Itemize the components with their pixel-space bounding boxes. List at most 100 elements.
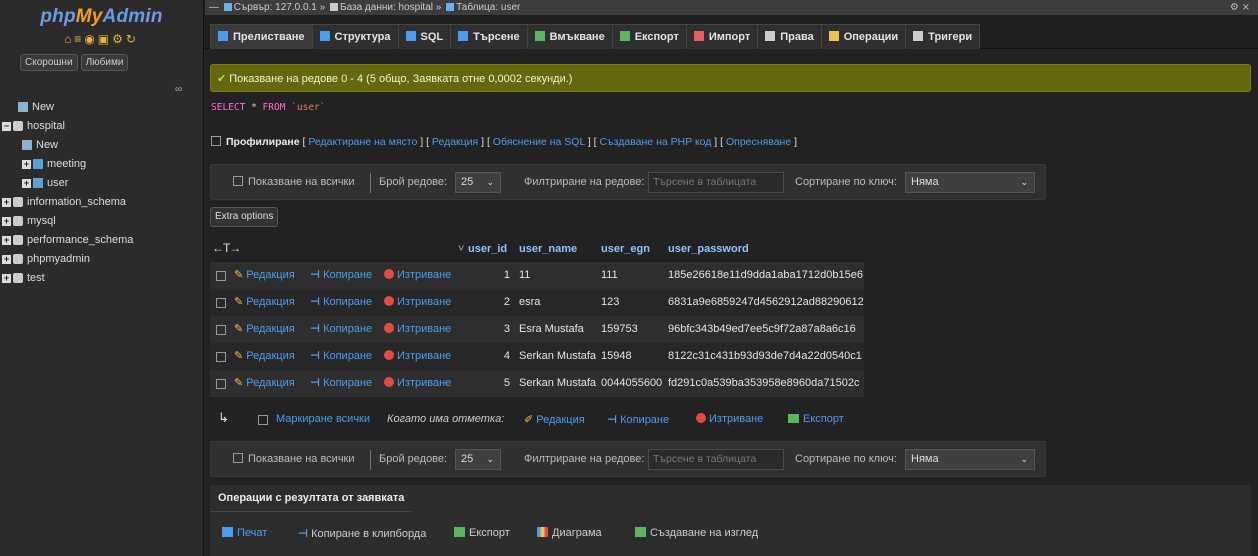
column-resize-arrows-icon[interactable]: ←T→	[212, 241, 241, 255]
tree-item-label[interactable]: New	[32, 101, 54, 113]
column-header-user-password[interactable]: user_password	[668, 243, 749, 255]
edit-link[interactable]: Редакция	[432, 136, 478, 148]
column-header-user-name[interactable]: user_name	[519, 243, 577, 255]
show-all-toggle[interactable]: Показване на всички	[233, 453, 355, 465]
cell-user-id[interactable]: 1	[504, 262, 510, 289]
cell-user-password[interactable]: fd291c0a539ba353958e8960da71502c	[668, 370, 859, 397]
row-checkbox[interactable]	[216, 298, 226, 308]
show-all-toggle[interactable]: Показване на всички	[233, 176, 355, 188]
cell-user-id[interactable]: 4	[504, 343, 510, 370]
row-edit-button[interactable]: ✎ Редакция	[234, 262, 295, 289]
row-copy-button[interactable]: ⊣ Копиране	[310, 370, 372, 397]
extra-options-button[interactable]: Extra options	[210, 207, 279, 227]
cell-user-egn[interactable]: 0044055600	[601, 370, 662, 397]
cell-user-egn[interactable]: 159753	[601, 316, 638, 343]
cell-user-password[interactable]: 8122c31c431b93d93de7d4a22d0540c1	[668, 343, 862, 370]
cell-user-name[interactable]: Serkan Mustafa	[519, 370, 596, 397]
cell-user-id[interactable]: 2	[504, 289, 510, 316]
row-copy-button[interactable]: ⊣ Копиране	[310, 316, 372, 343]
tree-item-hospital[interactable]: − hospital	[0, 117, 204, 136]
cell-user-egn[interactable]: 15948	[601, 343, 632, 370]
copy-to-clipboard-button[interactable]: ⊣ Копиране в клипборда	[298, 527, 426, 540]
tree-item-label[interactable]: performance_schema	[27, 234, 133, 246]
row-checkbox[interactable]	[216, 271, 226, 281]
collapse-icon[interactable]: —	[209, 2, 219, 13]
tab-7[interactable]: Права	[757, 24, 822, 49]
create-php-code-link[interactable]: Създаване на PHP код	[600, 136, 712, 148]
tab-0[interactable]: Прелистване	[210, 24, 313, 49]
cell-user-egn[interactable]: 111	[601, 262, 618, 289]
sort-by-key-select[interactable]: Няма ⌄	[905, 449, 1035, 470]
bulk-export-button[interactable]: Експорт	[788, 413, 844, 425]
tree-item-label[interactable]: test	[27, 272, 45, 284]
row-edit-button[interactable]: ✎ Редакция	[234, 343, 295, 370]
settings-close-icons[interactable]: ⚙ ⨯	[1230, 0, 1250, 15]
cell-user-name[interactable]: Serkan Mustafa	[519, 343, 596, 370]
quick-links-icons[interactable]: ⌂≡◉▣⚙↻	[0, 32, 203, 54]
tab-5[interactable]: Експорт	[611, 24, 687, 49]
cell-user-id[interactable]: 3	[504, 316, 510, 343]
tree-item-label[interactable]: phpmyadmin	[27, 253, 90, 265]
tree-item-test[interactable]: + test	[0, 269, 204, 288]
inline-edit-link[interactable]: Редактиране на място	[308, 136, 417, 148]
row-checkbox[interactable]	[216, 352, 226, 362]
tree-item-label[interactable]: mysql	[27, 215, 56, 227]
row-delete-button[interactable]: Изтриване	[384, 370, 451, 397]
row-edit-button[interactable]: ✎ Редакция	[234, 289, 295, 316]
profiling-checkbox[interactable]	[211, 136, 221, 146]
expand-icon[interactable]: +	[22, 178, 31, 188]
expand-icon[interactable]: +	[22, 159, 31, 169]
row-delete-button[interactable]: Изтриване	[384, 262, 451, 289]
create-view-button[interactable]: Създаване на изглед	[635, 527, 758, 539]
bulk-delete-button[interactable]: Изтриване	[696, 413, 763, 425]
row-edit-button[interactable]: ✎ Редакция	[234, 370, 295, 397]
breadcrumb-database[interactable]: База данни: hospital	[340, 2, 433, 13]
tree-item-new[interactable]: New	[0, 136, 204, 155]
tree-item-label[interactable]: hospital	[27, 120, 65, 132]
row-delete-button[interactable]: Изтриване	[384, 316, 451, 343]
tab-2[interactable]: SQL	[397, 24, 452, 49]
filter-rows-input[interactable]: Търсене в таблицата	[648, 172, 784, 193]
cell-user-id[interactable]: 5	[504, 370, 510, 397]
bulk-copy-button[interactable]: ⊣ Копиране	[607, 413, 669, 426]
cell-user-name[interactable]: Esra Mustafa	[519, 316, 584, 343]
phpmyadmin-logo[interactable]: phpMyAdmin	[0, 0, 203, 32]
tree-item-label[interactable]: user	[47, 177, 68, 189]
row-checkbox[interactable]	[216, 325, 226, 335]
explain-sql-link[interactable]: Обяснение на SQL	[493, 136, 585, 148]
row-delete-button[interactable]: Изтриване	[384, 289, 451, 316]
rows-per-page-select[interactable]: 25 ⌄	[455, 449, 501, 470]
collapse-icon[interactable]: −	[2, 121, 11, 131]
tree-item-new[interactable]: New	[0, 98, 204, 117]
tree-item-meeting[interactable]: + meeting	[0, 155, 204, 174]
column-header-user-id[interactable]: user_id	[468, 243, 507, 255]
expand-icon[interactable]: +	[2, 216, 11, 226]
tab-6[interactable]: Импорт	[685, 24, 759, 49]
tree-item-user[interactable]: + user	[0, 174, 204, 193]
tab-1[interactable]: Структура	[311, 24, 399, 49]
tree-item-mysql[interactable]: + mysql	[0, 212, 204, 231]
export-button[interactable]: Експорт	[454, 527, 510, 539]
chart-button[interactable]: Диаграма	[537, 527, 602, 539]
tab-4[interactable]: Вмъкване	[526, 24, 613, 49]
expand-icon[interactable]: +	[2, 197, 11, 207]
row-copy-button[interactable]: ⊣ Копиране	[310, 262, 372, 289]
show-all-checkbox[interactable]	[233, 453, 243, 463]
tree-item-information-schema[interactable]: + information_schema	[0, 193, 204, 212]
tree-item-label[interactable]: meeting	[47, 158, 86, 170]
sort-by-key-select[interactable]: Няма ⌄	[905, 172, 1035, 193]
bulk-edit-button[interactable]: ✐ Редакция	[524, 413, 585, 426]
breadcrumb-table[interactable]: Таблица: user	[456, 2, 520, 13]
cell-user-password[interactable]: 96bfc343b49ed7ee5c9f72a87a8a6c16	[668, 316, 856, 343]
row-edit-button[interactable]: ✎ Редакция	[234, 316, 295, 343]
row-copy-button[interactable]: ⊣ Копиране	[310, 343, 372, 370]
cell-user-password[interactable]: 6831a9e6859247d4562912ad88290612	[668, 289, 864, 316]
tab-8[interactable]: Операции	[820, 24, 907, 49]
cell-user-name[interactable]: 11	[519, 262, 530, 289]
expand-icon[interactable]: +	[2, 254, 11, 264]
tab-9[interactable]: Тригери	[905, 24, 981, 49]
tree-item-performance-schema[interactable]: + performance_schema	[0, 231, 204, 250]
rows-per-page-select[interactable]: 25 ⌄	[455, 172, 501, 193]
refresh-link[interactable]: Опресняване	[726, 136, 791, 148]
check-all-link[interactable]: Маркиране всички	[276, 413, 370, 425]
